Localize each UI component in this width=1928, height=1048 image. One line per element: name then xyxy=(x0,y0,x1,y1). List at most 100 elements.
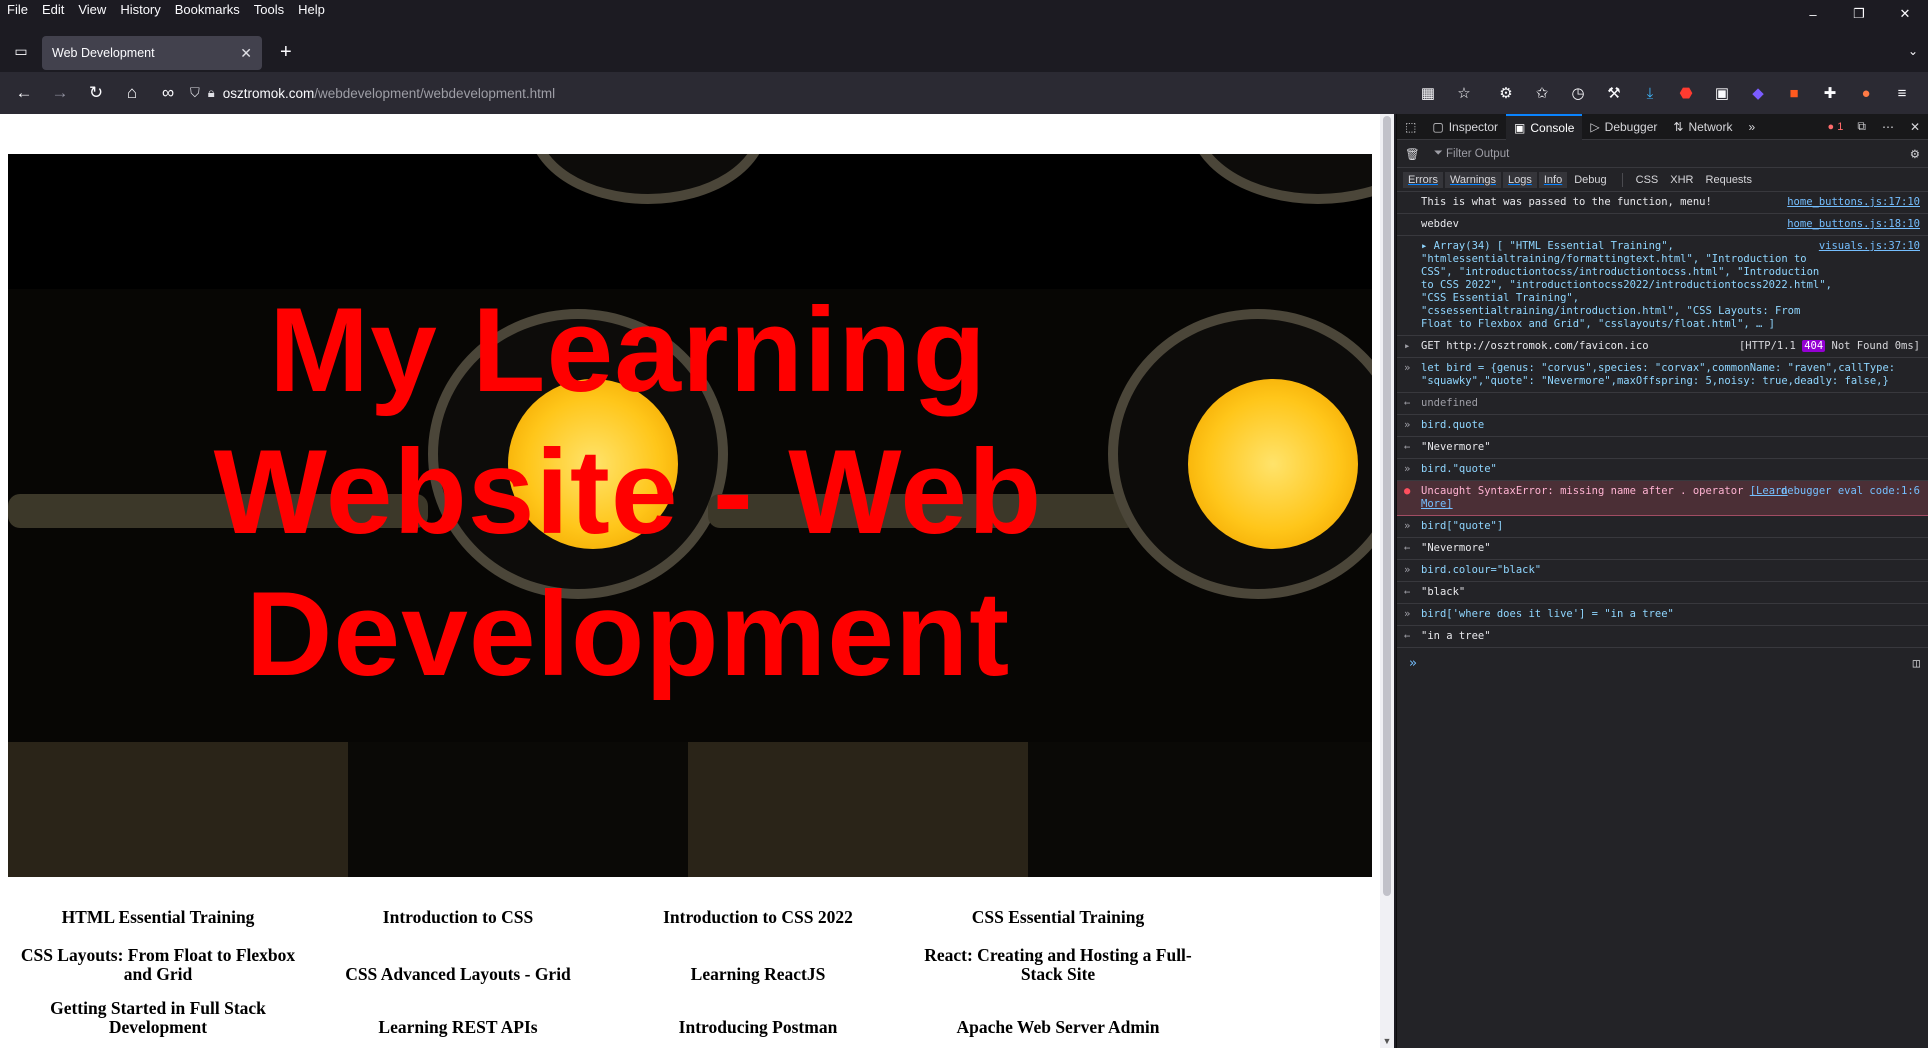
extension-purple-icon[interactable]: ◆ xyxy=(1740,77,1776,109)
reload-icon[interactable]: ↻ xyxy=(78,77,114,109)
message-source-link[interactable]: home_buttons.js:18:10 xyxy=(1787,218,1920,231)
course-link[interactable]: CSS Essential Training xyxy=(908,908,1208,927)
error-count: 1 xyxy=(1837,120,1844,133)
new-tab-icon[interactable]: + xyxy=(280,42,292,62)
close-devtools-icon[interactable]: ✕ xyxy=(1902,114,1928,140)
tab-console[interactable]: ▣ Console xyxy=(1506,113,1583,140)
input-chevron-icon: » xyxy=(1404,564,1411,576)
tracking-shield-icon[interactable]: ⛉ xyxy=(190,85,200,101)
editor-mode-icon[interactable]: ◫ xyxy=(1913,656,1920,670)
filter-output-input[interactable]: Filter Output xyxy=(1446,148,1509,160)
message-source-link[interactable]: debugger eval code:1:6 xyxy=(1781,485,1920,498)
extensions-grid-icon[interactable]: ▦ xyxy=(1410,77,1446,109)
course-link[interactable]: Apache Web Server Admin xyxy=(908,1018,1208,1037)
account-avatar-icon[interactable]: ● xyxy=(1848,77,1884,109)
tab-debugger[interactable]: ▷ Debugger xyxy=(1582,114,1665,140)
hero-band-bottom xyxy=(8,742,1372,877)
menu-edit[interactable]: Edit xyxy=(35,2,71,17)
message-source-link[interactable]: visuals.js:37:10 xyxy=(1819,240,1920,253)
network-icon: ⇅ xyxy=(1673,119,1684,134)
console-message: webdev home_buttons.js:18:10 xyxy=(1397,214,1928,236)
menu-tools[interactable]: Tools xyxy=(247,2,291,17)
console-input-echo: » bird.colour="black" xyxy=(1397,560,1928,582)
course-link[interactable]: React: Creating and Hosting a Full-Stack… xyxy=(908,946,1208,984)
menu-help[interactable]: Help xyxy=(291,2,332,17)
message-text: Uncaught SyntaxError: missing name after… xyxy=(1421,485,1744,497)
bookmarks-icon[interactable]: ✩ xyxy=(1524,77,1560,109)
filter-info[interactable]: Info xyxy=(1538,171,1568,188)
tools-wrench-icon[interactable]: ⚒ xyxy=(1596,77,1632,109)
menu-file[interactable]: File xyxy=(0,2,35,17)
devtools-menu-icon[interactable]: ⋯ xyxy=(1874,114,1902,140)
tab-web-development[interactable]: Web Development ✕ xyxy=(42,36,262,70)
menu-hamburger-icon[interactable]: ≡ xyxy=(1884,77,1920,109)
scroll-thumb[interactable] xyxy=(1383,116,1391,896)
downloads-icon[interactable]: ⤓ xyxy=(1632,77,1668,109)
course-link[interactable]: HTML Essential Training xyxy=(8,908,308,927)
extensions-puzzle-icon[interactable]: ✚ xyxy=(1812,77,1848,109)
extension-orange-icon[interactable]: ■ xyxy=(1776,77,1812,109)
close-window-button[interactable]: ✕ xyxy=(1882,0,1928,28)
element-picker-icon[interactable]: ⬚ xyxy=(1397,114,1424,140)
course-link[interactable]: CSS Layouts: From Float to Flexbox and G… xyxy=(8,946,308,984)
message-text: This is what was passed to the function,… xyxy=(1421,196,1712,208)
lock-icon[interactable]: 🔒︎ xyxy=(208,85,215,101)
tab-list-icon[interactable]: ▭ xyxy=(10,40,32,62)
bookmark-star-icon[interactable]: ☆ xyxy=(1446,77,1482,109)
restore-button[interactable]: ❐ xyxy=(1836,0,1882,28)
dock-icon[interactable]: ⧉ xyxy=(1849,114,1874,140)
message-source-link[interactable]: home_buttons.js:17:10 xyxy=(1787,196,1920,209)
filter-debug[interactable]: Debug xyxy=(1569,172,1611,188)
screenshot-icon[interactable]: ▣ xyxy=(1704,77,1740,109)
filter-requests[interactable]: Requests xyxy=(1701,172,1757,188)
console-message[interactable]: ▸ Array(34) [ "HTML Essential Training",… xyxy=(1397,236,1928,336)
result-arrow-icon: ← xyxy=(1404,586,1411,598)
page-scrollbar[interactable]: ▲ ▼ xyxy=(1380,114,1394,1048)
network-request-row[interactable]: ▸ GET http://osztromok.com/favicon.ico [… xyxy=(1397,336,1928,358)
tab-network[interactable]: ⇅ Network xyxy=(1665,114,1740,140)
tab-inspector[interactable]: ▢ Inspector xyxy=(1424,114,1506,140)
error-count-badge[interactable]: ● 1 xyxy=(1822,121,1850,133)
console-settings-icon[interactable]: ⚙ xyxy=(1910,147,1920,161)
filter-xhr[interactable]: XHR xyxy=(1665,172,1698,188)
settings-gear-icon[interactable]: ⚙ xyxy=(1488,77,1524,109)
forward-icon[interactable]: → xyxy=(42,77,78,109)
history-clock-icon[interactable]: ◷ xyxy=(1560,77,1596,109)
course-link[interactable]: Introducing Postman xyxy=(608,1018,908,1037)
window-controls: – ❐ ✕ xyxy=(1790,0,1928,30)
filter-logs[interactable]: Logs xyxy=(1503,171,1537,188)
clear-console-icon[interactable]: 🗑︎ xyxy=(1405,147,1420,161)
url-bar[interactable]: ⛉ 🔒︎ osztromok.com/webdevelopment/webdev… xyxy=(190,78,1420,108)
console-input-echo: » bird['where does it live'] = "in a tre… xyxy=(1397,604,1928,626)
console-input-echo: » bird["quote"] xyxy=(1397,516,1928,538)
course-link[interactable]: CSS Advanced Layouts - Grid xyxy=(308,965,608,984)
page-viewport: My Learning Website - Web Development HT… xyxy=(0,114,1380,1048)
filter-errors[interactable]: Errors xyxy=(1403,171,1443,188)
message-text: "Nevermore" xyxy=(1421,542,1491,554)
scroll-down-icon[interactable]: ▼ xyxy=(1380,1034,1394,1048)
course-link[interactable]: Learning REST APIs xyxy=(308,1018,608,1037)
home-icon[interactable]: ⌂ xyxy=(114,77,150,109)
adblock-icon[interactable]: ⬣ xyxy=(1668,77,1704,109)
chevron-down-icon[interactable]: ⌄ xyxy=(1908,44,1918,58)
filter-warnings[interactable]: Warnings xyxy=(1444,171,1502,188)
message-text: let bird = {genus: "corvus",species: "co… xyxy=(1421,362,1896,387)
expand-arrow-icon[interactable]: ▸ xyxy=(1404,340,1410,353)
course-link[interactable]: Getting Started in Full Stack Developmen… xyxy=(8,999,308,1037)
course-link[interactable]: Learning ReactJS xyxy=(608,965,908,984)
private-mask-icon[interactable]: ∞ xyxy=(150,77,186,109)
console-input-echo: » bird."quote" xyxy=(1397,459,1928,481)
console-input[interactable]: » ◫ xyxy=(1397,648,1928,679)
console-filter-bar: 🗑︎ ⏷ Filter Output ⚙ xyxy=(1397,140,1928,168)
filter-css[interactable]: CSS xyxy=(1631,172,1664,188)
course-link[interactable]: Introduction to CSS xyxy=(308,908,608,927)
course-link[interactable]: Introduction to CSS 2022 xyxy=(608,908,908,927)
minimize-button[interactable]: – xyxy=(1790,0,1836,28)
menu-view[interactable]: View xyxy=(71,2,113,17)
close-tab-icon[interactable]: ✕ xyxy=(240,45,252,62)
menu-bookmarks[interactable]: Bookmarks xyxy=(168,2,247,17)
more-tabs-icon[interactable]: » xyxy=(1740,114,1763,140)
back-icon[interactable]: ← xyxy=(6,77,42,109)
devtools-right-controls: ● 1 ⧉ ⋯ ✕ xyxy=(1822,114,1928,140)
menu-history[interactable]: History xyxy=(113,2,167,17)
